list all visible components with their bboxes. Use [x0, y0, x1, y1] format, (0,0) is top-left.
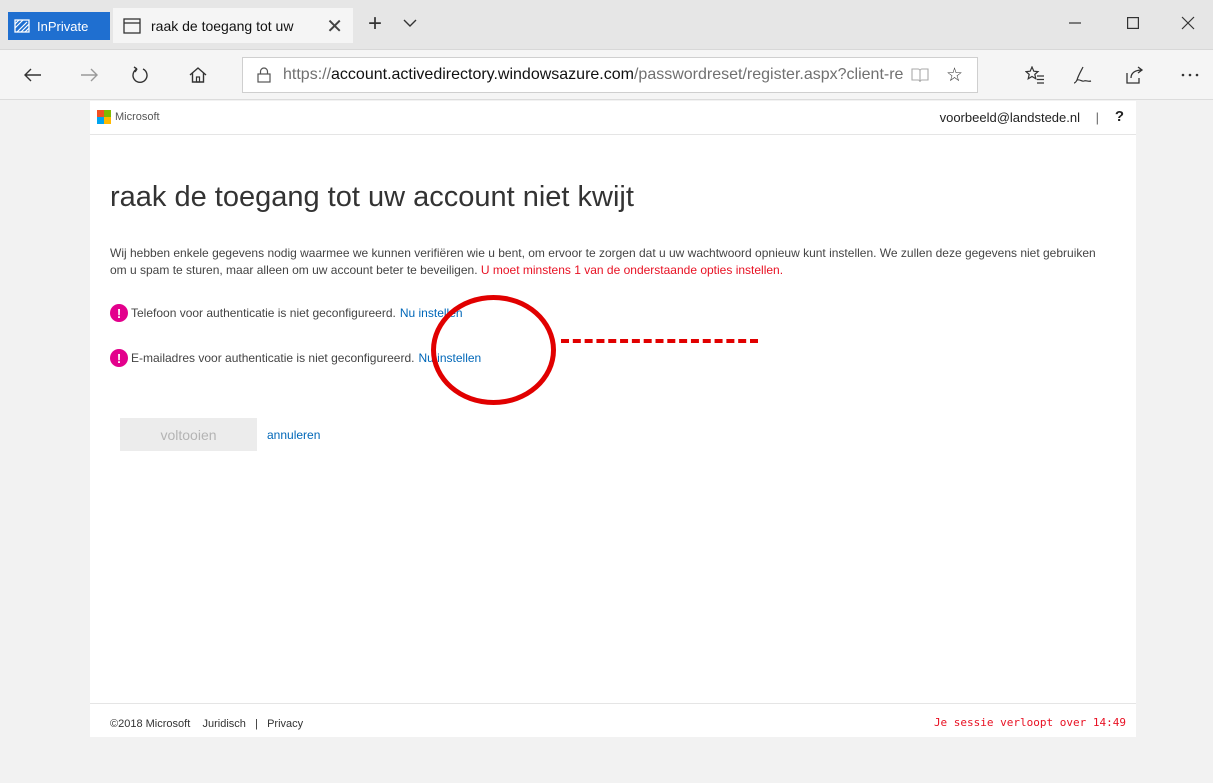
url-host: account.activedirectory.windowsazure.com: [331, 66, 634, 83]
warning-icon: !: [110, 349, 128, 367]
tab-page-icon: [123, 17, 141, 34]
home-icon[interactable]: [183, 60, 213, 90]
tab-title: raak de toegang tot uw: [151, 17, 294, 34]
email-auth-row: ! E-mailadres voor authenticatie is niet…: [110, 349, 481, 367]
browser-navbar: https://account.activedirectory.windowsa…: [0, 50, 1213, 100]
email-auth-status: E-mailadres voor authenticatie is niet g…: [131, 351, 415, 365]
favorites-list-icon[interactable]: [1020, 60, 1050, 90]
warning-icon: !: [110, 304, 128, 322]
annotation-dashed-line: [561, 339, 758, 343]
annotation-circle: [431, 295, 556, 405]
favorite-star-icon[interactable]: ☆: [945, 64, 963, 87]
minimize-icon[interactable]: [1055, 8, 1095, 38]
page-title: raak de toegang tot uw account niet kwij…: [110, 181, 634, 213]
cancel-link[interactable]: annuleren: [267, 428, 320, 442]
share-icon[interactable]: [1120, 60, 1150, 90]
url-path: /passwordreset/register.aspx?client-re: [633, 66, 904, 83]
page-footer: ©2018 Microsoft Juridisch | Privacy Je s…: [90, 703, 1136, 737]
footer-divider: |: [255, 718, 258, 730]
back-icon[interactable]: [18, 60, 48, 90]
phone-auth-status: Telefoon voor authenticatie is niet geco…: [131, 306, 396, 320]
chevron-down-icon[interactable]: [403, 15, 417, 33]
microsoft-logo: Microsoft: [97, 110, 160, 124]
refresh-icon[interactable]: [125, 60, 155, 90]
close-icon[interactable]: ✕: [326, 14, 343, 39]
inprivate-label: InPrivate: [37, 18, 89, 34]
reading-view-icon[interactable]: [907, 67, 929, 88]
address-bar[interactable]: https://account.activedirectory.windowsa…: [242, 57, 978, 93]
lock-icon: [257, 67, 271, 83]
page-header: Microsoft voorbeeld@landstede.nl | ?: [90, 101, 1136, 135]
pen-icon[interactable]: [1067, 60, 1097, 90]
window-close-icon[interactable]: [1168, 8, 1208, 38]
intro-required-notice: U moet minstens 1 van de onderstaande op…: [480, 263, 784, 277]
copyright: ©2018 Microsoft: [110, 718, 191, 730]
legal-link[interactable]: Juridisch: [202, 718, 245, 730]
user-email[interactable]: voorbeeld@landstede.nl: [940, 110, 1080, 125]
intro-text: Wij hebben enkele gegevens nodig waarmee…: [110, 245, 1110, 279]
url-protocol: https://: [283, 66, 332, 83]
page-content: Microsoft voorbeeld@landstede.nl | ? raa…: [90, 101, 1136, 737]
page-viewport: Microsoft voorbeeld@landstede.nl | ? raa…: [0, 101, 1213, 783]
inprivate-icon: [14, 19, 30, 33]
help-button[interactable]: ?: [1115, 108, 1124, 125]
browser-titlebar: InPrivate raak de toegang tot uw ✕ +: [0, 0, 1213, 50]
maximize-icon[interactable]: [1113, 8, 1153, 38]
inprivate-badge[interactable]: InPrivate: [8, 12, 110, 40]
microsoft-logo-icon: [97, 110, 111, 124]
browser-tab[interactable]: raak de toegang tot uw ✕: [113, 8, 353, 43]
header-separator: |: [1095, 110, 1099, 125]
finish-button[interactable]: voltooien: [120, 418, 257, 451]
footer-links: ©2018 Microsoft Juridisch | Privacy: [110, 718, 303, 730]
session-timer: Je sessie verloopt over 14:49: [933, 716, 1126, 729]
forward-icon[interactable]: [74, 60, 104, 90]
brand-name: Microsoft: [115, 111, 160, 123]
phone-auth-row: ! Telefoon voor authenticatie is niet ge…: [110, 304, 463, 322]
more-icon[interactable]: [1175, 60, 1205, 90]
new-tab-icon[interactable]: +: [368, 10, 382, 38]
privacy-link[interactable]: Privacy: [267, 718, 303, 730]
